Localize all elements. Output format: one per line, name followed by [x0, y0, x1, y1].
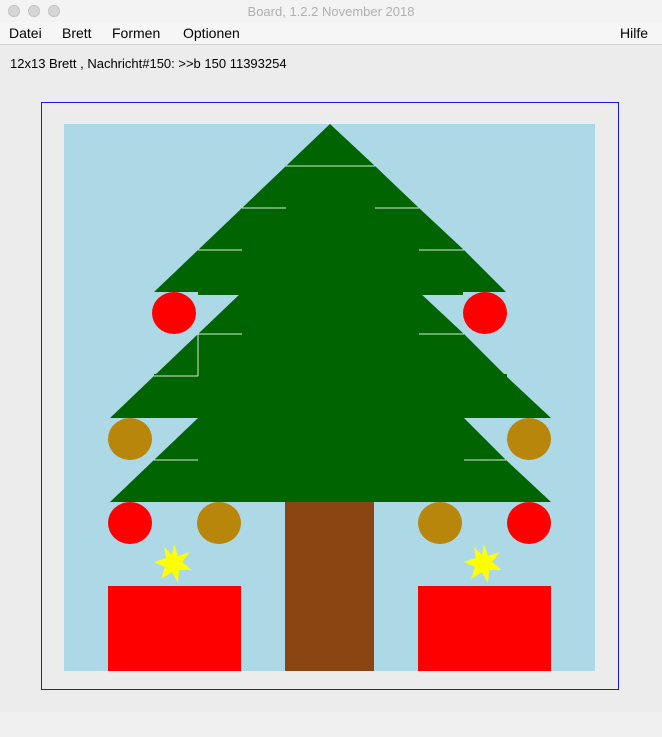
tree-fill-b	[198, 290, 463, 295]
tree-fill-a	[154, 374, 507, 379]
tree-tier-4	[154, 250, 506, 292]
menu-bar: Datei Brett Formen Optionen Hilfe	[0, 22, 662, 45]
tree-tier-5	[198, 292, 464, 334]
menu-hilfe[interactable]: Hilfe	[620, 25, 648, 41]
ornament-gold	[197, 502, 241, 544]
ornament-red	[108, 502, 152, 544]
tree-tier-3	[198, 208, 464, 250]
ornament-red	[463, 292, 507, 334]
board-scene	[108, 124, 551, 671]
window-bottom-strip	[0, 712, 662, 737]
board-canvas[interactable]	[64, 124, 595, 671]
status-message: 12x13 Brett , Nachricht#150: >>b 150 113…	[10, 56, 287, 71]
star-icon	[464, 544, 502, 583]
tree-tier-2	[242, 166, 419, 208]
tree-fill-c	[198, 458, 463, 463]
ornament-red	[152, 292, 196, 334]
ornament-gold	[418, 502, 462, 544]
star-icon	[154, 544, 192, 583]
tree-tier-8	[154, 418, 506, 460]
tree-trunk	[285, 502, 374, 671]
window-titlebar: Board, 1.2.2 November 2018	[0, 0, 662, 23]
menu-optionen[interactable]: Optionen	[183, 25, 240, 41]
window-title: Board, 1.2.2 November 2018	[247, 4, 415, 19]
gift-box-left	[108, 586, 241, 671]
tree-tier-1	[286, 124, 375, 166]
ornament-red	[507, 502, 551, 544]
menu-formen[interactable]: Formen	[112, 25, 160, 41]
gift-box-right	[418, 586, 551, 671]
ornament-gold	[108, 418, 152, 460]
menu-datei[interactable]: Datei	[9, 25, 42, 41]
tree-tier-7	[110, 376, 551, 418]
menu-brett[interactable]: Brett	[62, 25, 92, 41]
tree-tier-6	[154, 334, 506, 376]
ornament-gold	[507, 418, 551, 460]
tree-tier-9	[110, 460, 551, 502]
